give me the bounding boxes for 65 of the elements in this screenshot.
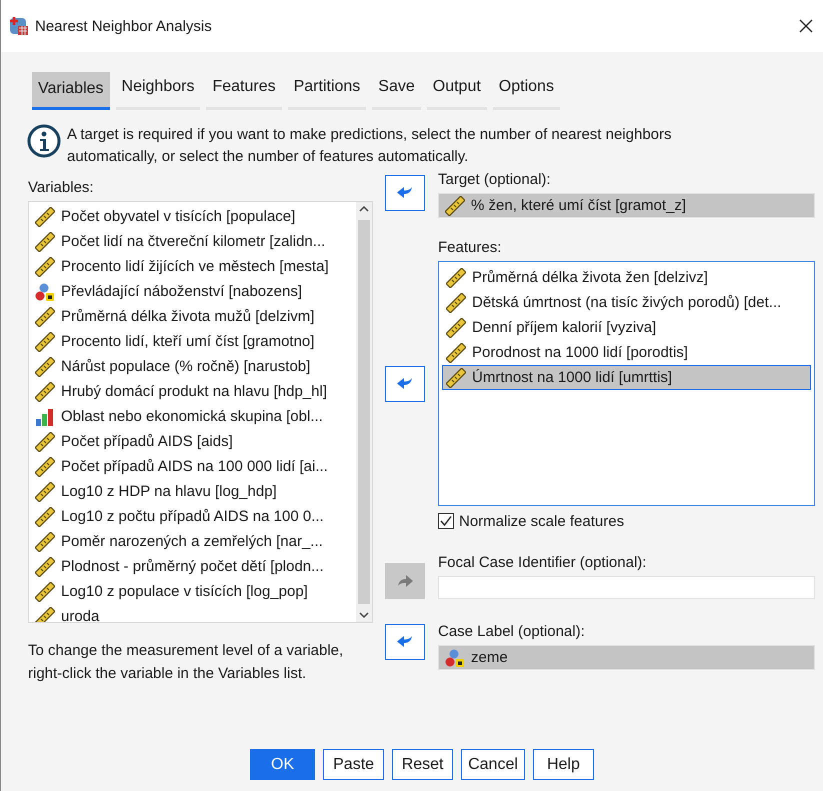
list-item[interactable]: Poměr narozených a zemřelých [nar_... bbox=[31, 529, 356, 554]
dialog-button[interactable]: Paste bbox=[323, 749, 384, 780]
dialog-button[interactable]: Cancel bbox=[461, 749, 525, 780]
list-item[interactable]: Log10 z počtu případů AIDS na 100 0... bbox=[31, 504, 356, 529]
move-button[interactable] bbox=[385, 366, 425, 402]
variables-list[interactable] bbox=[28, 201, 373, 623]
list-item[interactable]: Počet lidí na čtvereční kilometr [zalidn... bbox=[31, 229, 356, 254]
tab[interactable]: Neighbors bbox=[116, 72, 200, 110]
scrollbar[interactable] bbox=[356, 202, 372, 622]
tab[interactable]: Save bbox=[372, 72, 421, 110]
hint-text: To change the measurement level of a variable, right-click the variable in the Variables list. bbox=[28, 641, 344, 684]
features-list[interactable]: Průměrná délka života žen [delzivz] Dětská úmrtnost (na tisíc živých porodů) [det... Denní příjem kalorií [vyziva] Porodnost na 1000 lidí [porodtis] Úmrtnost na 1000 lidí [umrttis] bbox=[438, 261, 815, 506]
target-field[interactable]: % žen, které umí číst [gramot_z] bbox=[438, 193, 815, 218]
field-label: Focal Case Identifier (optional): bbox=[438, 555, 648, 571]
dialog-button[interactable]: Reset bbox=[392, 749, 454, 780]
list-item[interactable]: Oblast nebo ekonomická skupina [obl... bbox=[31, 404, 356, 429]
list-item[interactable]: Log10 z populace v tisících [log_pop] bbox=[31, 579, 356, 604]
ruler-icon bbox=[446, 368, 466, 388]
arrow-icon bbox=[396, 635, 414, 649]
list-item[interactable]: Počet případů AIDS na 100 000 lidí [ai... bbox=[31, 454, 356, 479]
list-item[interactable]: Porodnost na 1000 lidí [porodtis] bbox=[442, 340, 811, 365]
info-text: A target is required if you want to make predictions, select the number of nearest neighbors automatically, or select the number of features automatically. bbox=[67, 125, 672, 167]
close-icon[interactable] bbox=[799, 19, 813, 33]
list-item[interactable]: Průměrná délka života mužů [delzivm] bbox=[31, 304, 356, 329]
field-label: Case Label (optional): bbox=[438, 624, 586, 640]
arrow-icon bbox=[396, 574, 414, 588]
focal-case-field[interactable] bbox=[438, 576, 815, 599]
list-item[interactable]: uroda bbox=[31, 604, 356, 622]
normalize-checkbox[interactable]: Normalize scale features bbox=[438, 511, 815, 531]
list-item[interactable]: Průměrná délka života žen [delzivz] bbox=[442, 265, 811, 290]
app-logo-icon bbox=[9, 16, 29, 36]
list-item[interactable]: Nárůst populace (% ročně) [narustob] bbox=[31, 354, 356, 379]
arrow-icon bbox=[396, 186, 414, 200]
dialog-button[interactable]: Help bbox=[532, 749, 594, 780]
list-item[interactable]: Převládající náboženství [nabozens] bbox=[31, 279, 356, 304]
window-title: Nearest Neighbor Analysis bbox=[35, 18, 213, 34]
field-label: Features: bbox=[438, 240, 502, 256]
field-label: Target (optional): bbox=[438, 172, 552, 188]
case-label-field[interactable]: zeme bbox=[438, 645, 815, 670]
list-item[interactable]: Počet případů AIDS [aids] bbox=[31, 429, 356, 454]
list-item[interactable]: Log10 z HDP na hlavu [log_hdp] bbox=[31, 479, 356, 504]
info-icon bbox=[27, 124, 61, 158]
list-item[interactable]: Hrubý domácí produkt na hlavu [hdp_hl] bbox=[31, 379, 356, 404]
tab[interactable]: Options bbox=[492, 72, 560, 110]
list-item[interactable]: Procento lidí, kteří umí číst [gramotno] bbox=[31, 329, 356, 354]
balls-icon bbox=[445, 648, 465, 668]
move-button[interactable] bbox=[385, 624, 425, 660]
tab[interactable]: Features bbox=[206, 72, 282, 110]
arrow-icon bbox=[396, 376, 414, 390]
list-item[interactable]: Počet obyvatel v tisících [populace] bbox=[31, 204, 356, 229]
tab[interactable]: Partitions bbox=[288, 72, 366, 110]
list-item[interactable]: Denní příjem kalorií [vyziva] bbox=[442, 315, 811, 340]
balls-icon bbox=[35, 282, 55, 302]
scrollbar-thumb[interactable] bbox=[358, 220, 370, 604]
dialog-button[interactable]: OK bbox=[250, 749, 316, 780]
tab[interactable]: Output bbox=[426, 72, 487, 110]
tab[interactable]: Variables bbox=[32, 72, 110, 110]
bar-chart-icon bbox=[35, 406, 55, 426]
list-item[interactable]: Plodnost - průměrný počet dětí [plodn... bbox=[31, 554, 356, 579]
list-item[interactable]: Dětská úmrtnost (na tisíc živých porodů) [det... bbox=[442, 290, 811, 315]
list-item[interactable]: Procento lidí žijících ve městech [mesta] bbox=[31, 254, 356, 279]
list-item[interactable]: Úmrtnost na 1000 lidí [umrttis] bbox=[442, 365, 811, 390]
move-button[interactable] bbox=[385, 175, 425, 211]
checkmark-icon bbox=[440, 515, 452, 527]
list-label: Variables: bbox=[28, 180, 95, 196]
